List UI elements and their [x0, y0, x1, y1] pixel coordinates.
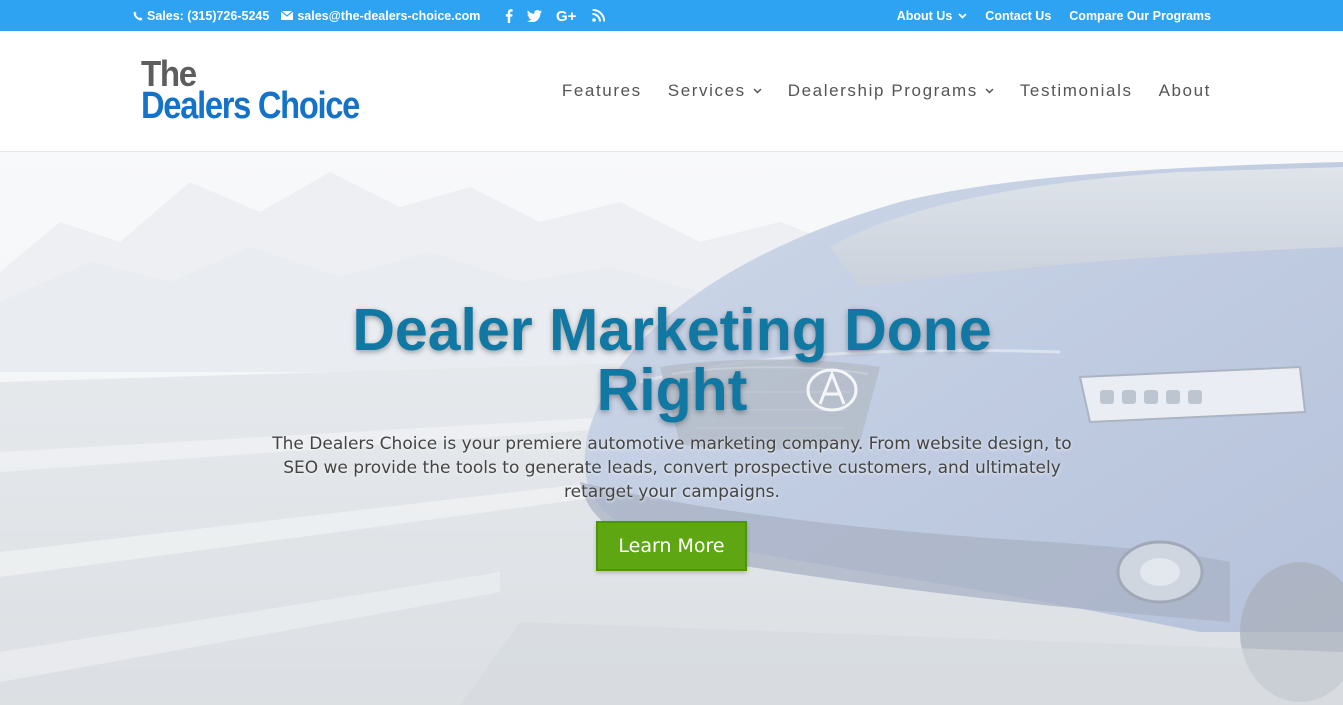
hero-section: Dealer Marketing Done Right The Dealers … — [0, 152, 1343, 705]
site-logo[interactable]: The Dealers Choice — [141, 56, 381, 126]
chevron-down-icon — [753, 88, 762, 94]
nav-item-label: Services — [667, 81, 746, 100]
main-header: The Dealers Choice Features Services Dea… — [0, 31, 1343, 152]
top-link-label: Contact Us — [985, 8, 1052, 23]
social-links: G+ — [498, 8, 612, 23]
hero-title: Dealer Marketing Done Right — [352, 297, 992, 423]
learn-more-button[interactable]: Learn More — [596, 521, 747, 571]
phone-link[interactable]: Sales: (315)726-5245 — [133, 9, 269, 23]
facebook-icon[interactable] — [505, 8, 514, 23]
nav-item-testimonials[interactable]: Testimonials — [1020, 81, 1133, 101]
nav-item-label: Features — [561, 81, 642, 100]
email-text: sales@the-dealers-choice.com — [297, 8, 481, 23]
top-link-label: Compare Our Programs — [1069, 8, 1211, 23]
top-link-about-us[interactable]: About Us — [897, 9, 968, 23]
phone-icon — [133, 11, 143, 20]
google-plus-icon[interactable]: G+ — [556, 9, 578, 22]
email-link[interactable]: sales@the-dealers-choice.com — [281, 9, 480, 23]
envelope-icon — [281, 11, 294, 20]
phone-text: Sales: (315)726-5245 — [147, 8, 270, 23]
top-bar-contact: Sales: (315)726-5245 sales@the-dealers-c… — [133, 0, 612, 31]
top-bar: Sales: (315)726-5245 sales@the-dealers-c… — [0, 0, 1343, 31]
main-nav: Features Services Dealership Programs Te… — [536, 31, 1211, 151]
nav-item-label: Dealership Programs — [787, 81, 978, 100]
hero-description: The Dealers Choice is your premiere auto… — [272, 434, 1072, 502]
top-link-compare-programs[interactable]: Compare Our Programs — [1069, 9, 1211, 23]
logo-line-dealers-choice: Dealers Choice — [141, 85, 360, 127]
nav-item-dealership-programs[interactable]: Dealership Programs — [788, 81, 994, 101]
nav-item-label: About — [1158, 81, 1211, 100]
nav-item-label: Testimonials — [1019, 81, 1133, 100]
chevron-down-icon — [958, 12, 967, 19]
chevron-down-icon — [985, 88, 994, 94]
nav-item-services[interactable]: Services — [668, 81, 762, 101]
nav-item-features[interactable]: Features — [562, 81, 642, 101]
nav-item-about[interactable]: About — [1159, 81, 1211, 101]
top-bar-links: About Us Contact Us Compare Our Programs — [879, 0, 1211, 31]
top-link-label: About Us — [896, 8, 953, 23]
svg-text:G+: G+ — [556, 9, 577, 22]
top-link-contact-us[interactable]: Contact Us — [985, 9, 1051, 23]
rss-icon[interactable] — [592, 9, 606, 22]
hero-overlay — [0, 152, 1343, 705]
twitter-icon[interactable] — [527, 9, 543, 22]
